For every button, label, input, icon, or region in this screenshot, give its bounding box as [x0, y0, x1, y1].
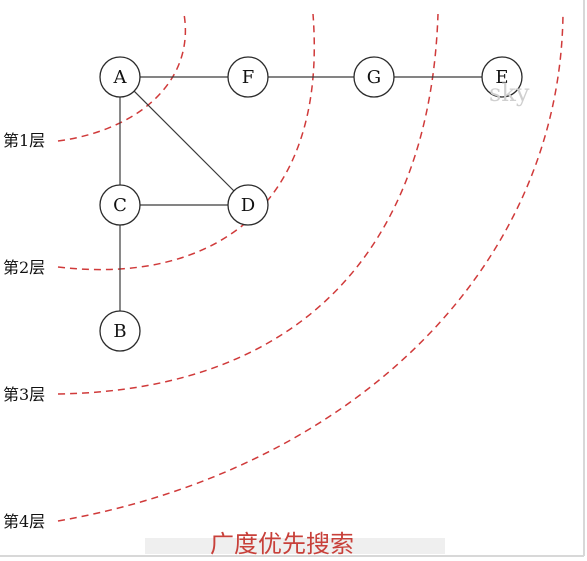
layer-label-2: 第2层: [3, 258, 45, 277]
node-label: A: [113, 67, 128, 88]
node-label: G: [367, 67, 381, 88]
node-label: C: [113, 195, 127, 216]
bfs-diagram: 第1层 第2层 第3层 第4层 A F G EC DB sky 广度优先搜索: [0, 0, 585, 558]
layer-2-arc: [57, 13, 315, 271]
layer-label-4: 第4层: [3, 512, 45, 531]
node-g: G: [353, 56, 395, 98]
layer-label-3: 第3层: [3, 385, 45, 404]
node-c: C: [99, 184, 141, 226]
node-b: B: [99, 310, 141, 352]
node-label: F: [242, 67, 255, 88]
node-label: D: [241, 195, 255, 216]
graph-nodes: A F G EC DB: [99, 56, 523, 352]
layer-label-1: 第1层: [3, 131, 45, 150]
diagram-title: 广度优先搜索: [210, 530, 354, 558]
node-a: A: [99, 56, 141, 98]
layer-labels: 第1层 第2层 第3层 第4层: [3, 131, 45, 531]
edge-a-d: [119, 76, 249, 206]
watermark-text: sky: [489, 79, 530, 107]
bfs-diagram-canvas: 第1层 第2层 第3层 第4层 AFGECDB sky 广度优先搜索: [0, 0, 587, 561]
node-f: F: [227, 56, 269, 98]
node-label: B: [113, 321, 126, 342]
graph-edges: [119, 76, 502, 331]
node-d: D: [227, 184, 269, 226]
